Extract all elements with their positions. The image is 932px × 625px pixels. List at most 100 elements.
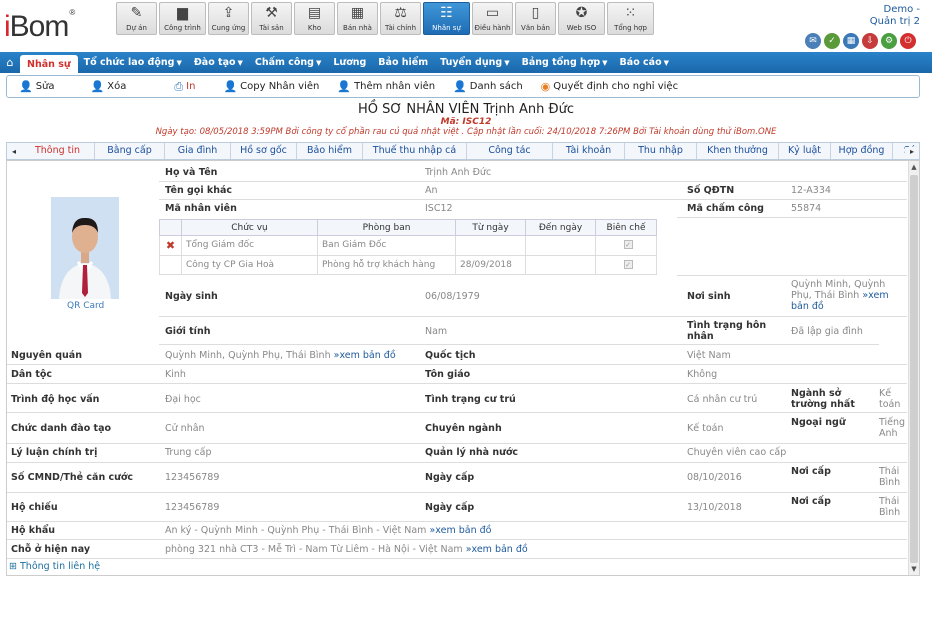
module-finance[interactable]: ⚖ Tài chính xyxy=(380,2,421,35)
tab-scroll-left-icon[interactable]: ◂ xyxy=(7,147,21,156)
qdtn-value: 12-A334 xyxy=(791,185,831,196)
staff-checkbox[interactable]: ✓ xyxy=(595,235,657,256)
table-header-action xyxy=(159,219,182,236)
add-employee-button[interactable]: 👤 Thêm nhân viên xyxy=(337,80,435,93)
state-mgmt-value: Chuyên viên cao cấp xyxy=(687,447,787,458)
module-asset[interactable]: ⚒ Tài sản xyxy=(251,2,292,35)
divider xyxy=(7,521,907,522)
hometown-map-link[interactable]: »xem bản đồ xyxy=(334,350,396,361)
position-table: Chức vụ Phòng ban Từ ngày Đến ngày Biên … xyxy=(159,219,657,275)
tab[interactable]: Hồ sơ gốc xyxy=(231,143,297,159)
menu-item[interactable]: Lương xyxy=(327,52,372,73)
menu-item[interactable]: Đào tạo ▼ xyxy=(188,52,249,73)
tab[interactable]: Thông tin xyxy=(21,143,95,159)
staff-checkbox[interactable]: ✓ xyxy=(595,254,657,275)
menu-item[interactable]: Nhân sự xyxy=(20,55,78,73)
gender-value: Nam xyxy=(425,326,448,337)
menu-item[interactable]: Chấm công ▼ xyxy=(249,52,327,73)
list-button[interactable]: 👤 Danh sách xyxy=(453,80,523,93)
specialization-label: Chuyên ngành xyxy=(425,423,502,434)
module-document[interactable]: ▯ Văn bản xyxy=(515,2,556,35)
divider xyxy=(677,217,907,218)
profile-heading: HỒ SƠ NHÂN VIÊN Trịnh Anh Đức Mã: ISC12 … xyxy=(0,102,932,137)
current-map-link[interactable]: »xem bản đồ xyxy=(466,544,528,555)
calendar-icon[interactable]: ▦ xyxy=(843,33,859,49)
user-copy-icon: 👤 xyxy=(223,80,238,93)
delete-button[interactable]: 👤 Xóa xyxy=(91,80,127,93)
gender-label: Giới tính xyxy=(165,326,211,337)
table-row: Công ty CP Gia Hoà Phòng hỗ trợ khách hà… xyxy=(159,254,657,275)
passport-date-value: 13/10/2018 xyxy=(687,502,742,513)
tab[interactable]: Gia đình xyxy=(165,143,231,159)
tab-scroll-right-icon[interactable]: ▸ xyxy=(905,146,919,156)
download-icon[interactable]: ⇩ xyxy=(862,33,878,49)
dob-label: Ngày sinh xyxy=(165,291,218,302)
divider xyxy=(7,539,907,540)
vertical-scrollbar[interactable]: ▲ ▼ xyxy=(908,161,919,575)
menu-item[interactable]: Tổ chức lao động ▼ xyxy=(78,52,188,73)
check-icon[interactable]: ✓ xyxy=(824,33,840,49)
gear-icon[interactable]: ⚙ xyxy=(881,33,897,49)
user-info[interactable]: Demo - Quản trị 2 xyxy=(870,4,920,28)
module-warehouse[interactable]: ▤ Kho xyxy=(294,2,335,35)
module-label: Điều hành xyxy=(474,24,511,32)
tab[interactable]: Thuế thu nhập cá nhân xyxy=(363,143,467,159)
position-cell: Tổng Giám đốc xyxy=(181,235,318,256)
document-icon: ▯ xyxy=(531,5,540,21)
user-name[interactable]: Demo - xyxy=(870,4,921,16)
tab[interactable]: Khen thưởng xyxy=(697,143,779,159)
menu-item[interactable]: Bảo hiểm xyxy=(372,52,434,73)
household-label: Hộ khẩu xyxy=(11,525,56,536)
menu-item[interactable]: Tuyển dụng ▼ xyxy=(434,52,515,73)
module-project[interactable]: ✎ Dự án xyxy=(116,2,157,35)
module-label: Kho xyxy=(307,24,322,32)
scroll-up-icon[interactable]: ▲ xyxy=(909,163,919,171)
module-hr[interactable]: ☷ Nhân sự xyxy=(423,2,470,35)
divider xyxy=(159,199,907,200)
qr-card-link[interactable]: QR Card xyxy=(67,301,104,311)
mail-icon[interactable]: ✉ xyxy=(805,33,821,49)
copy-employee-button[interactable]: 👤 Copy Nhân viên xyxy=(223,80,319,93)
tab[interactable]: Thu nhập xyxy=(625,143,697,159)
leave-decision-button[interactable]: ◉ Quyết định cho nghỉ việc xyxy=(541,80,678,93)
menu-item-label: Bảng tổng hợp xyxy=(521,57,601,68)
user-role[interactable]: Quản trị 2 xyxy=(870,16,920,28)
degree-value: Cử nhân xyxy=(165,423,205,434)
module-house-sale[interactable]: ▦ Bán nhà xyxy=(337,2,378,35)
table-header-to: Đến ngày xyxy=(525,219,596,236)
menu-item[interactable]: Báo cáo ▼ xyxy=(614,52,675,73)
household-map-link[interactable]: »xem bản đồ xyxy=(429,525,491,536)
tab[interactable]: Công tác xyxy=(467,143,553,159)
scroll-thumb[interactable] xyxy=(910,175,918,563)
scroll-down-icon[interactable]: ▼ xyxy=(909,565,919,573)
delete-row-icon[interactable]: ✖ xyxy=(159,235,182,256)
page-title: HỒ SƠ NHÂN VIÊN Trịnh Anh Đức xyxy=(357,102,574,117)
id-issue-place-value: Thái Bình xyxy=(879,466,901,488)
print-button[interactable]: ⎙ In xyxy=(174,80,195,94)
profile-tabs: ◂ Thông tin Bằng cấp Gia đình Hồ sơ gốc Bảo … xyxy=(6,142,920,160)
module-monitor[interactable]: ▭ Điều hành xyxy=(472,2,513,35)
menu-item-label: Tuyển dụng xyxy=(440,57,503,68)
home-icon[interactable]: ⌂ xyxy=(0,52,20,73)
module-construction[interactable]: ▆ Công trình xyxy=(159,2,206,35)
module-grid[interactable]: ⁙ Tổng hợp xyxy=(607,2,654,35)
contact-info-toggle[interactable]: ⊞ Thông tin liên hệ xyxy=(9,561,100,572)
module-iso[interactable]: ✪ Web ISO xyxy=(558,2,605,35)
tab[interactable]: Kỷ luật xyxy=(779,143,831,159)
tab[interactable]: Tài khoản xyxy=(553,143,625,159)
tab[interactable]: Hợp đồng xyxy=(831,143,893,159)
tab[interactable]: Bằng cấp xyxy=(95,143,165,159)
divider xyxy=(7,412,907,413)
department-cell: Ban Giám Đốc xyxy=(317,235,456,256)
edit-button[interactable]: 👤 Sửa xyxy=(19,80,55,93)
current-address-label: Chỗ ở hiện nay xyxy=(11,544,91,555)
ibom-logo[interactable]: iBom® xyxy=(4,8,75,44)
tab[interactable]: Bảo hiểm xyxy=(297,143,363,159)
power-icon[interactable]: ⏻ xyxy=(900,33,916,49)
module-supply[interactable]: ⇪ Cung ứng xyxy=(208,2,249,35)
employee-code-label: Mã nhân viên xyxy=(165,203,237,214)
menu-item[interactable]: Bảng tổng hợp ▼ xyxy=(516,52,614,73)
divider xyxy=(7,364,907,365)
menu-item-label: Bảo hiểm xyxy=(378,57,429,68)
menu-item-label: Nhân sự xyxy=(27,59,71,70)
